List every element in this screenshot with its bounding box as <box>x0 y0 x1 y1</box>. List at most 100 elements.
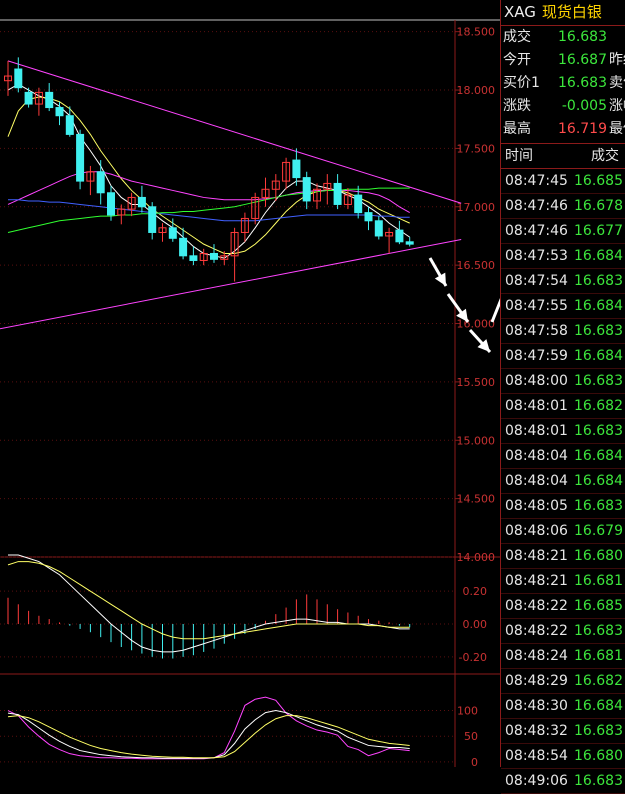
tick-row[interactable]: 08:48:32 16.683 <box>501 719 625 744</box>
instrument-code: XAG <box>504 3 536 21</box>
tick-row[interactable]: 08:47:53 16.684 <box>501 244 625 269</box>
candle-body <box>354 194 363 214</box>
tick-price: 16.685 <box>574 173 623 189</box>
tick-row[interactable]: 08:48:24 16.681 <box>501 644 625 669</box>
tick-time: 08:48:21 <box>505 573 568 589</box>
tick-row[interactable]: 08:47:59 16.684 <box>501 344 625 369</box>
tick-row[interactable]: 08:48:05 16.683 <box>501 494 625 519</box>
ticks-header-price: 成交 <box>591 148 619 164</box>
tick-time: 08:47:46 <box>505 198 568 214</box>
tick-row[interactable]: 08:47:54 16.683 <box>501 269 625 294</box>
tick-time: 08:47:45 <box>505 173 568 189</box>
quote-label: 涨跌 <box>503 98 531 114</box>
tick-price: 16.680 <box>574 548 623 564</box>
tick-price: 16.682 <box>574 673 623 689</box>
tick-price: 16.683 <box>574 773 623 789</box>
quote-row: 买价1 16.683卖价1 <box>501 72 625 95</box>
tick-price: 16.684 <box>574 473 623 489</box>
tick-row[interactable]: 08:49:06 16.683 <box>501 769 625 794</box>
tick-row[interactable]: 08:48:22 16.685 <box>501 594 625 619</box>
tick-price: 16.680 <box>574 748 623 764</box>
tick-price: 16.679 <box>574 523 623 539</box>
tick-price: 16.682 <box>574 398 623 414</box>
macd-tick-label: 0.20 <box>463 585 488 598</box>
tick-row[interactable]: 08:48:06 16.679 <box>501 519 625 544</box>
ticks-list[interactable]: 08:47:45 16.685 08:47:46 16.678 08:47:46 16.6… <box>501 169 625 794</box>
quote-row: 涨跌 -0.005涨幅 <box>501 95 625 118</box>
tick-row[interactable]: 08:48:04 16.684 <box>501 469 625 494</box>
tick-price: 16.683 <box>574 623 623 639</box>
y-tick-label: 14.500 <box>457 493 496 506</box>
y-tick-label: 15.500 <box>457 376 496 389</box>
ma-lines <box>7 83 410 259</box>
y-tick-label: 15.000 <box>457 434 496 447</box>
tick-row[interactable]: 08:48:21 16.681 <box>501 569 625 594</box>
y-tick-label: 18.000 <box>457 84 496 97</box>
macd-line <box>7 561 410 640</box>
y-tick-label: 17.000 <box>457 201 496 214</box>
kdj-tick-label: 50 <box>464 730 478 743</box>
tick-time: 08:47:54 <box>505 273 568 289</box>
candle-body <box>55 107 64 117</box>
tick-row[interactable]: 08:48:54 16.680 <box>501 744 625 769</box>
tick-row[interactable]: 08:48:22 16.683 <box>501 619 625 644</box>
quote-label-secondary: 昨结 <box>609 52 625 68</box>
tick-time: 08:48:22 <box>505 623 568 639</box>
tick-price: 16.681 <box>574 573 623 589</box>
quote-value: 16.719 <box>558 121 607 137</box>
tick-row[interactable]: 08:48:21 16.680 <box>501 544 625 569</box>
tick-price: 16.684 <box>574 248 623 264</box>
tick-time: 08:48:04 <box>505 473 568 489</box>
tick-row[interactable]: 08:47:46 16.677 <box>501 219 625 244</box>
candle-body <box>179 237 188 257</box>
tick-row[interactable]: 08:47:45 16.685 <box>501 169 625 194</box>
candle-body <box>210 252 218 260</box>
candle-body <box>395 229 404 243</box>
quote-label: 买价1 <box>503 75 540 91</box>
quote-label-secondary: 最低 <box>609 121 625 137</box>
tick-price: 16.683 <box>574 423 623 439</box>
candle-body <box>24 91 33 105</box>
tick-row[interactable]: 08:48:01 16.683 <box>501 419 625 444</box>
tick-time: 08:48:21 <box>505 548 568 564</box>
candle-body <box>14 68 23 89</box>
tick-row[interactable]: 08:48:30 16.684 <box>501 694 625 719</box>
candle-body <box>374 220 383 237</box>
candle-body <box>148 206 157 233</box>
candle-body <box>137 196 146 208</box>
kdj-line <box>7 715 410 759</box>
kdj-line <box>7 696 410 760</box>
tick-price: 16.685 <box>574 598 623 614</box>
annotation-arrows <box>428 257 500 354</box>
tick-row[interactable]: 08:48:29 16.682 <box>501 669 625 694</box>
y-tick-label: 16.500 <box>457 259 496 272</box>
quote-value: 16.687 <box>558 52 607 68</box>
instrument-name: 现货白银 <box>541 3 602 21</box>
candle-body <box>45 91 54 109</box>
tick-row[interactable]: 08:48:01 16.682 <box>501 394 625 419</box>
tick-row[interactable]: 08:48:04 16.684 <box>501 444 625 469</box>
tick-time: 08:48:54 <box>505 748 568 764</box>
quote-label-secondary: 卖价1 <box>609 75 625 91</box>
macd-panel: 0.20 0.00 -0.20 <box>0 554 488 664</box>
tick-price: 16.683 <box>574 323 623 339</box>
y-tick-label: 18.500 <box>457 26 496 39</box>
tick-row[interactable]: 08:47:55 16.684 <box>501 294 625 319</box>
candle-body <box>96 171 105 194</box>
tick-price: 16.683 <box>574 273 623 289</box>
quote-panel: XAG现货白银 成交16.683今开16.687昨结买价116.683卖价1涨跌… <box>500 0 625 794</box>
trend-lines <box>0 60 462 330</box>
tick-price: 16.678 <box>574 198 623 214</box>
candle-body <box>107 192 115 216</box>
tick-row[interactable]: 08:48:00 16.683 <box>501 369 625 394</box>
macd-line <box>8 554 410 653</box>
tick-price: 16.684 <box>574 298 623 314</box>
y-tick-label: 16.000 <box>457 318 496 331</box>
tick-time: 08:47:59 <box>505 348 568 364</box>
tick-row[interactable]: 08:47:58 16.683 <box>501 319 625 344</box>
tick-time: 08:47:55 <box>505 298 568 314</box>
ticks-header: 时间 成交 <box>501 144 625 169</box>
quote-value: -0.005 <box>561 98 607 114</box>
instrument-header[interactable]: XAG 现货白银 <box>501 0 625 26</box>
tick-row[interactable]: 08:47:46 16.678 <box>501 194 625 219</box>
